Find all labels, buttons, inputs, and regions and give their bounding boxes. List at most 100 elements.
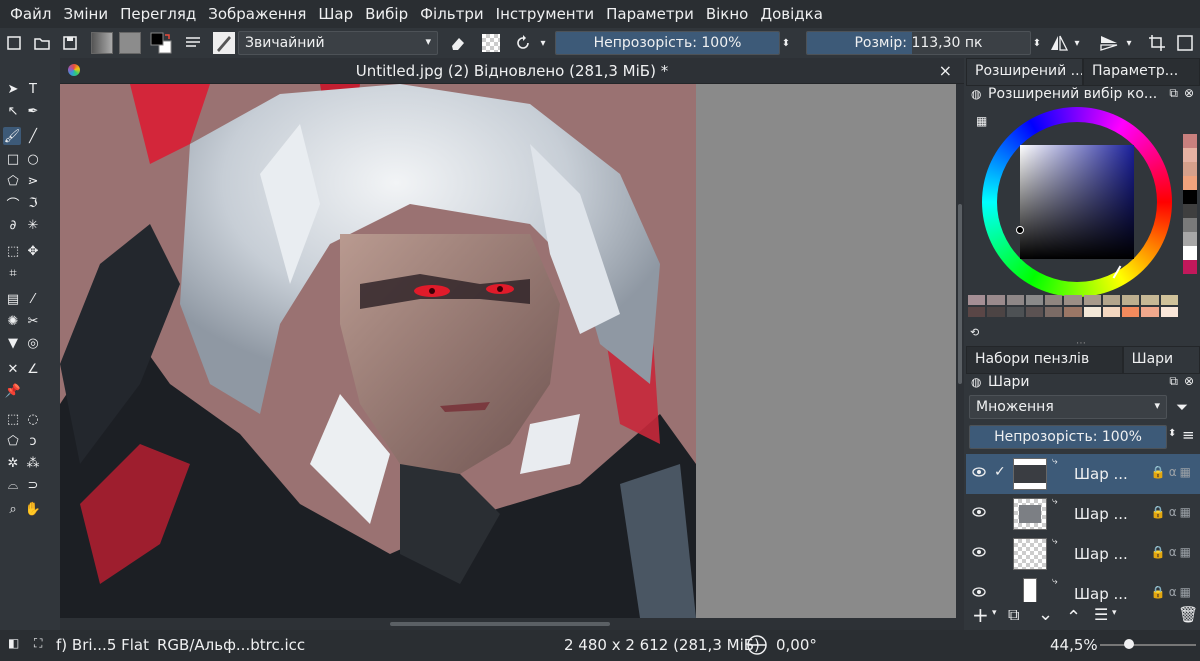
color-settings-icon[interactable]: ▦	[976, 114, 987, 128]
palette-swatch[interactable]	[987, 307, 1005, 317]
layer-row[interactable]: ✓ ⤷ Шар ... 🔒α▦	[966, 454, 1200, 494]
menu-help[interactable]: Довідка	[754, 5, 829, 23]
tab-layers[interactable]: Шари	[1122, 346, 1200, 374]
menu-select[interactable]: Вибір	[359, 5, 414, 23]
palette-swatch[interactable]	[1025, 295, 1044, 305]
chevron-down-icon[interactable]: ▾	[1124, 31, 1134, 55]
mirror-vertical-icon[interactable]	[1098, 31, 1120, 55]
save-icon[interactable]	[60, 31, 80, 55]
mirror-horizontal-icon[interactable]	[1048, 31, 1070, 55]
layer-lock-alpha-icons[interactable]: 🔒α▦	[1151, 465, 1194, 479]
vertical-scrollbar[interactable]	[956, 84, 964, 618]
recent-color-swatch[interactable]	[1183, 148, 1197, 162]
menu-view[interactable]: Перегляд	[114, 5, 202, 23]
canvas-area[interactable]	[60, 84, 956, 618]
palette-swatch[interactable]	[987, 295, 1005, 305]
assistant-tool-icon[interactable]: ✕	[4, 360, 22, 378]
line-tool-icon[interactable]: ╱	[24, 127, 42, 145]
horizontal-scrollbar[interactable]	[60, 618, 964, 630]
layer-name[interactable]: Шар ...	[1074, 465, 1128, 483]
palette-swatch[interactable]	[1102, 295, 1121, 305]
new-document-icon[interactable]	[4, 31, 24, 55]
layer-name[interactable]: Шар ...	[1074, 545, 1128, 563]
layer-properties-icon[interactable]: ☰	[1094, 605, 1108, 624]
palette-swatch[interactable]	[1083, 295, 1101, 305]
rotation-label[interactable]: 0,00°	[776, 636, 817, 654]
gradient-pattern-icon[interactable]	[90, 31, 114, 55]
scrollbar-thumb[interactable]	[958, 204, 962, 384]
alpha-checker-icon[interactable]	[480, 31, 502, 55]
pan-tool-icon[interactable]: ✋	[24, 500, 42, 518]
polygon-tool-icon[interactable]: ⬠	[4, 172, 22, 190]
palette-swatch[interactable]	[1141, 295, 1159, 305]
move-layer-up-icon[interactable]: ⌃	[1066, 607, 1081, 628]
scrollbar-thumb[interactable]	[390, 622, 610, 626]
layer-opacity-spin-icon[interactable]: ⬍	[1168, 428, 1176, 439]
opacity-spin-icon[interactable]: ⬍	[780, 31, 792, 55]
magnetic-select-icon[interactable]: ⊃	[24, 476, 42, 494]
layer-row[interactable]: ⤷ Шар ... 🔒α▦	[966, 494, 1200, 534]
close-icon[interactable]: ×	[939, 61, 952, 80]
close-panel-icon[interactable]: ⊗	[1184, 374, 1194, 388]
rotation-dial-icon[interactable]	[746, 634, 768, 660]
palette-swatch[interactable]	[1064, 295, 1082, 305]
eye-icon[interactable]	[972, 465, 986, 483]
layer-row[interactable]: ⤷ Шар ... 🔒α▦	[966, 574, 1200, 602]
document-tab[interactable]: Untitled.jpg (2) Відновлено (281,3 МіБ) …	[60, 58, 964, 84]
hamburger-menu-icon[interactable]: ≡	[1182, 426, 1195, 444]
eye-icon[interactable]	[972, 545, 986, 563]
move-layer-down-icon[interactable]: ⌄	[1038, 604, 1053, 625]
bezier-select-icon[interactable]: ⌓	[4, 476, 22, 494]
palette-swatch[interactable]	[1122, 307, 1140, 317]
palette-swatch[interactable]	[968, 307, 986, 317]
palette-swatch[interactable]	[1141, 307, 1159, 317]
filter-icon[interactable]: ⏷	[1176, 398, 1188, 416]
palette-swatch[interactable]	[1064, 307, 1082, 317]
palette-swatch[interactable]	[1102, 307, 1121, 317]
text-tool-icon[interactable]: T	[24, 80, 42, 98]
pattern-icon[interactable]	[118, 31, 142, 55]
freehand-brush-icon[interactable]: 🖌	[3, 127, 21, 145]
float-panel-icon[interactable]: ⧉	[1169, 86, 1178, 101]
similar-select-icon[interactable]: ⁂	[24, 454, 42, 472]
current-brush-label[interactable]: f) Bri...5 Flat	[56, 636, 149, 654]
recent-color-swatch[interactable]	[1183, 176, 1197, 190]
layer-row[interactable]: ⤷ Шар ... 🔒α▦	[966, 534, 1200, 574]
zoom-label[interactable]: 44,5%	[1050, 636, 1098, 654]
layer-checkbox[interactable]: ✓	[994, 464, 1006, 480]
multibrush-icon[interactable]: ✳	[24, 216, 42, 234]
blend-mode-select[interactable]: Множення ▾	[969, 395, 1167, 419]
tab-brush-presets[interactable]: Набори пензлів	[966, 346, 1123, 374]
delete-layer-icon[interactable]: 🗑	[1178, 605, 1198, 624]
tab-advanced-color[interactable]: Розширений ...	[966, 58, 1083, 86]
measure-tool-icon[interactable]: ∠	[24, 360, 42, 378]
recent-color-swatch[interactable]	[1183, 260, 1197, 274]
reference-images-icon[interactable]: 📌	[4, 382, 22, 400]
menu-image[interactable]: Зображення	[202, 5, 312, 23]
palette-swatch[interactable]	[1025, 307, 1044, 317]
zoom-slider-handle[interactable]	[1124, 639, 1134, 649]
rectangle-tool-icon[interactable]: □	[4, 150, 22, 168]
recent-color-swatch[interactable]	[1183, 246, 1197, 260]
palette-swatch[interactable]	[1122, 295, 1140, 305]
brush-preset-icon[interactable]	[212, 31, 236, 55]
menu-tools[interactable]: Інструменти	[490, 5, 600, 23]
chevron-down-icon[interactable]: ▾	[992, 608, 997, 618]
open-folder-icon[interactable]	[32, 31, 52, 55]
palette-swatch[interactable]	[1006, 295, 1024, 305]
chevron-down-icon[interactable]: ▾	[1112, 608, 1117, 618]
move-tool-icon[interactable]: ✥	[24, 242, 42, 260]
color-picker-icon[interactable]: ⁄	[24, 290, 42, 308]
reload-preset-icon[interactable]	[512, 31, 534, 55]
foreground-background-color-icon[interactable]	[148, 31, 174, 55]
polyline-tool-icon[interactable]: ⋗	[24, 172, 42, 190]
freehand-path-icon[interactable]: ℑ	[24, 194, 42, 212]
freehand-select-icon[interactable]: ↄ	[24, 432, 42, 450]
eye-icon[interactable]	[972, 505, 986, 523]
polygon-select-icon[interactable]: ⬠	[4, 432, 22, 450]
palette-swatch[interactable]	[968, 295, 986, 305]
ellipse-tool-icon[interactable]: ○	[24, 150, 42, 168]
float-panel-icon[interactable]: ⧉	[1169, 374, 1178, 389]
smart-patch-icon[interactable]: ✂	[24, 312, 42, 330]
fill-tool-icon[interactable]: ▼	[4, 334, 22, 352]
